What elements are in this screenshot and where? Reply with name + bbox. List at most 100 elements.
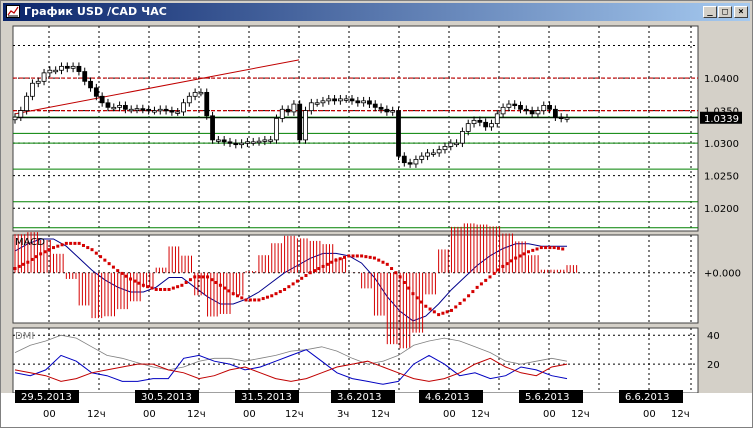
candle-body (250, 141, 256, 144)
macd-signal-dot (390, 267, 394, 271)
macd-signal-dot (141, 283, 145, 287)
candle-body (105, 102, 111, 108)
macd-signal-dot (90, 248, 94, 252)
chart-canvas[interactable]: MACD+0.000 DMI4020 1.04001.03501.03001.0… (1, 1, 752, 427)
macd-signal-dot (236, 294, 240, 298)
macd-signal-dot (94, 251, 98, 255)
macd-signal-dot (86, 246, 90, 250)
candle-body (99, 95, 105, 104)
hour-label: 12ч (471, 409, 490, 420)
macd-signal-dot (291, 282, 295, 286)
macd-signal-dot (415, 296, 419, 300)
candle-body (175, 111, 181, 114)
macd-signal-dot (441, 311, 445, 315)
macd-signal-dot (505, 262, 509, 266)
macd-signal-dot (278, 290, 282, 294)
macd-signal-dot (321, 264, 325, 268)
candle-body (47, 69, 53, 74)
candle-body (337, 98, 343, 102)
macd-signal-dot (509, 259, 513, 263)
candle-body (268, 139, 274, 142)
macd-signal-dot (30, 257, 34, 261)
macd-signal-dot (180, 283, 184, 287)
macd-signal-dot (300, 276, 304, 280)
candle-body (320, 100, 326, 104)
macd-signal-dot (227, 289, 231, 293)
candle-body (82, 71, 88, 82)
candle-body (12, 116, 18, 121)
candle-body (169, 110, 175, 113)
macd-signal-dot (411, 292, 415, 296)
candle-body (355, 100, 361, 104)
macd-signal-dot (526, 250, 530, 254)
macd-signal-dot (163, 287, 167, 291)
macd-signal-dot (330, 260, 334, 264)
candle-body (262, 139, 268, 142)
dmi-panel (12, 327, 699, 394)
hour-label: 12ч (371, 409, 390, 420)
candle-body (506, 103, 512, 108)
hour-label: 12ч (671, 409, 690, 420)
candle-body (332, 98, 337, 102)
hour-label: 00 (543, 409, 556, 420)
candle-body (529, 110, 535, 115)
macd-signal-dot (253, 298, 257, 302)
macd-signal-dot (60, 243, 64, 247)
macd-signal-dot (552, 246, 556, 250)
macd-signal-dot (381, 260, 385, 264)
macd-signal-dot (313, 269, 317, 273)
macd-signal-dot (355, 254, 359, 258)
macd-signal-dot (240, 296, 244, 300)
macd-signal-dot (99, 255, 103, 259)
candle-body (227, 141, 233, 144)
macd-signal-dot (428, 307, 432, 311)
candle-body (489, 123, 494, 128)
candle-body (396, 110, 401, 157)
macd-signal-dot (407, 286, 411, 290)
candle-body (419, 155, 425, 160)
date-label: 5.6.2013 (525, 392, 570, 403)
hour-label: 12ч (187, 409, 206, 420)
macd-signal-dot (17, 264, 21, 268)
candle-body (291, 103, 297, 113)
date-label: 29.5.2013 (21, 392, 72, 403)
macd-signal-dot (479, 282, 483, 286)
macd-signal-dot (210, 278, 214, 282)
macd-signal-dot (231, 292, 235, 296)
hour-label: 00 (243, 409, 256, 420)
candle-body (384, 108, 390, 113)
macd-zero-label: +0.000 (704, 269, 741, 280)
macd-signal-dot (133, 279, 137, 283)
macd-signal-dot (56, 244, 60, 248)
macd-signal-dot (432, 310, 436, 314)
candle-body (448, 142, 454, 147)
macd-signal-dot (137, 281, 141, 285)
macd-signal-dot (188, 278, 192, 282)
macd-signal-dot (146, 285, 150, 289)
macd-signal-dot (167, 287, 171, 291)
macd-signal-dot (158, 287, 162, 291)
candle-body (436, 149, 442, 154)
macd-signal-dot (556, 246, 560, 250)
candle-body (314, 102, 320, 105)
candle-body (518, 104, 523, 110)
candle-body (558, 116, 564, 120)
macd-signal-dot (535, 247, 539, 251)
macd-signal-dot (150, 286, 154, 290)
candle-body (401, 155, 407, 164)
macd-signal-dot (360, 254, 364, 258)
macd-signal-dot (201, 275, 205, 279)
macd-signal-dot (103, 258, 107, 262)
macd-signal-dot (462, 298, 466, 302)
macd-signal-dot (308, 271, 312, 275)
candle-body (523, 108, 529, 112)
candle-body (465, 123, 471, 132)
candle-body (88, 80, 93, 89)
hour-label: 12ч (87, 409, 106, 420)
hour-label: 00 (643, 409, 656, 420)
macd-signal-dot (124, 274, 128, 278)
candle-body (41, 72, 47, 82)
macd-signal-dot (248, 298, 252, 302)
candle-body (477, 119, 483, 123)
macd-signal-dot (334, 258, 338, 262)
